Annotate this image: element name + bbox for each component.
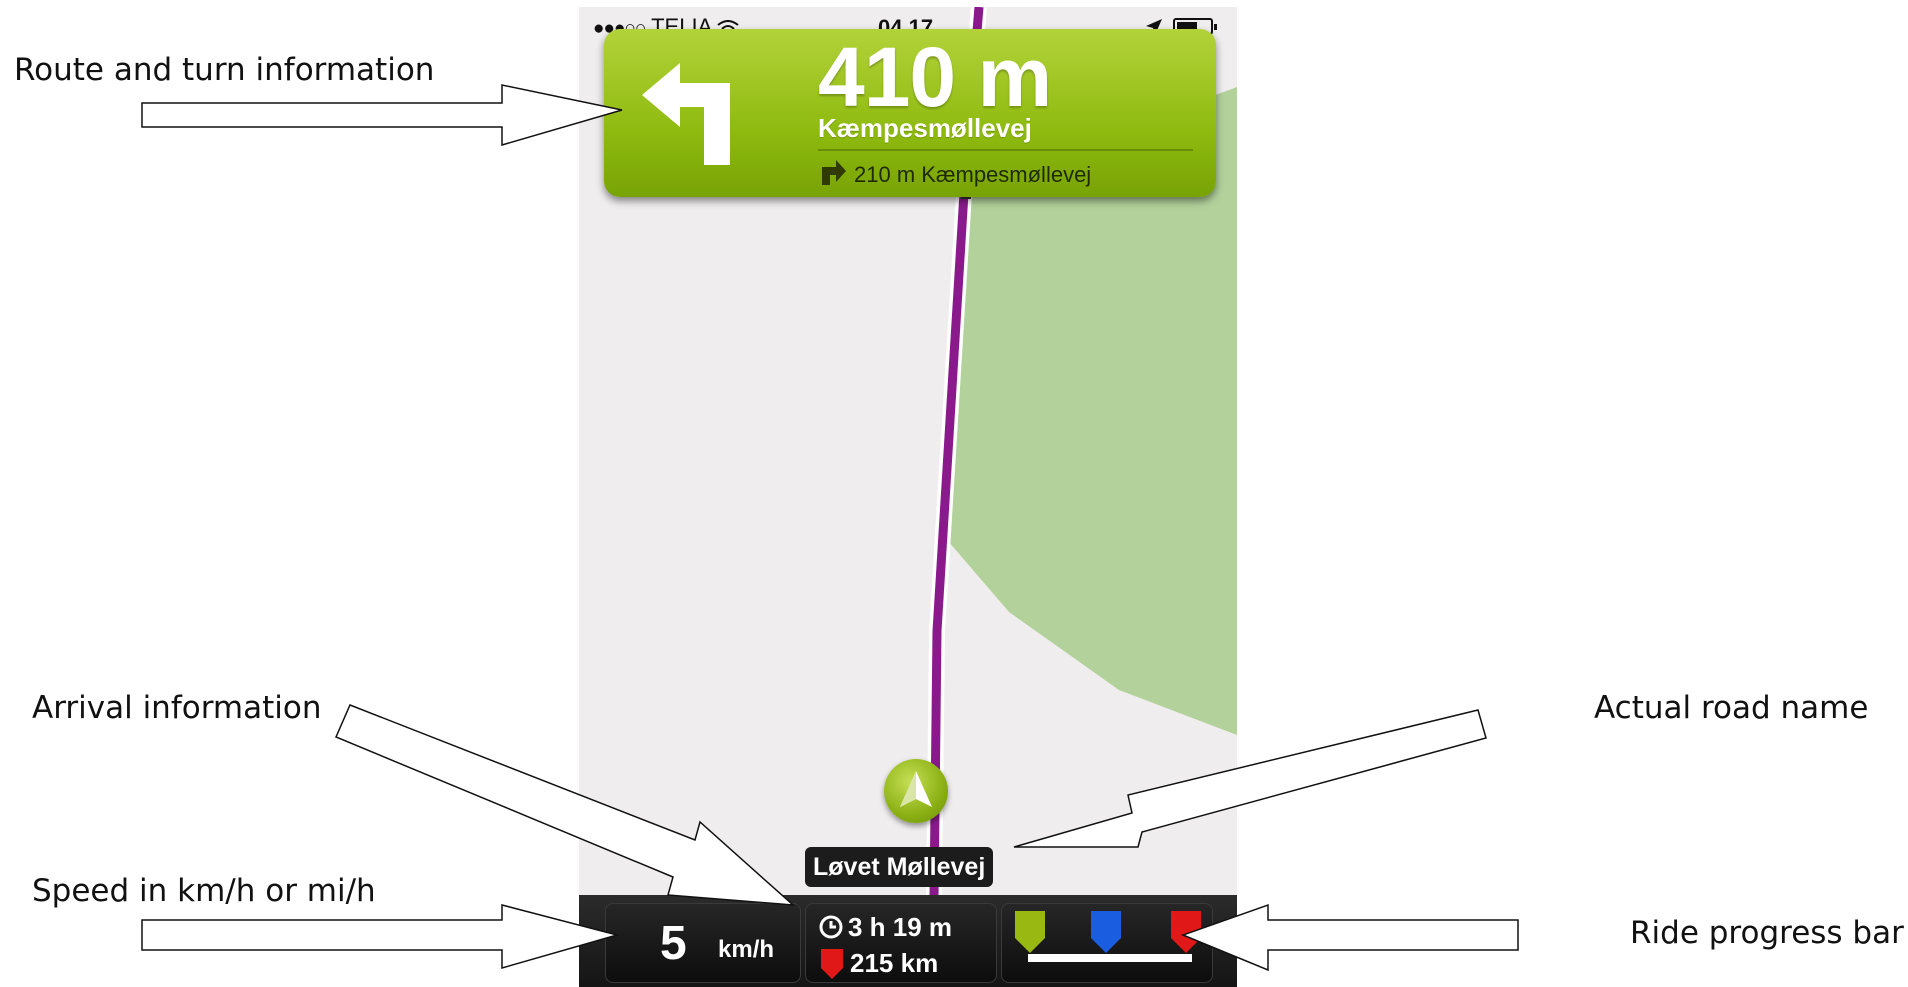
- arrow-speed: [141, 904, 620, 969]
- arrow-road-name: [1013, 709, 1487, 848]
- arrow-progress: [1180, 903, 1519, 972]
- arrow-route-turn: [141, 84, 623, 146]
- arrow-arrival: [335, 704, 796, 906]
- callout-arrows: [141, 84, 1519, 972]
